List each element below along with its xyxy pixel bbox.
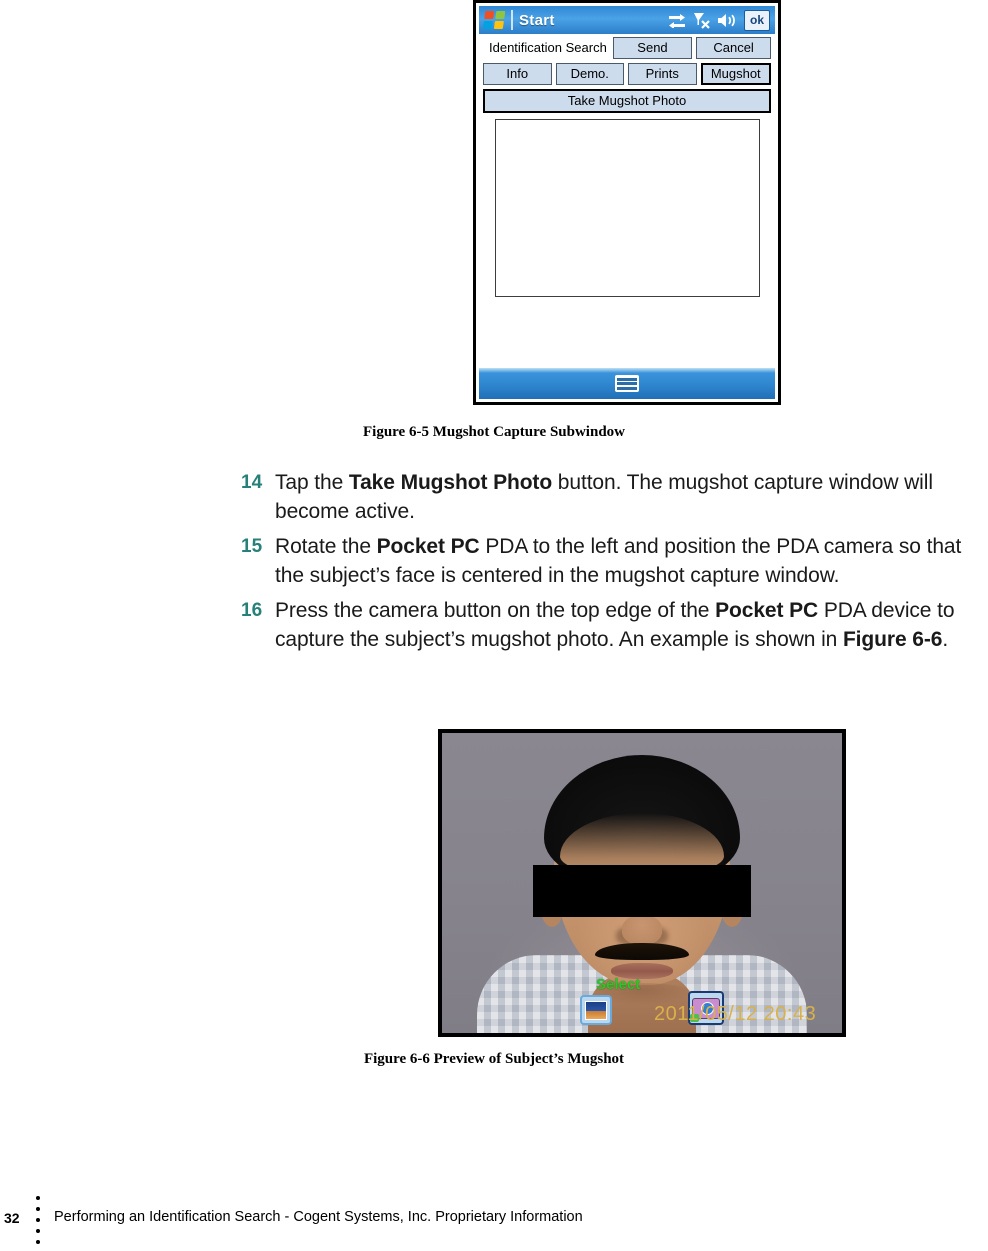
- list-item: 15 Rotate the Pocket PC PDA to the left …: [241, 532, 988, 590]
- pda-screenshot-figure: Start ok Identification Search Send Canc…: [473, 0, 781, 405]
- step-text-part: Tap the: [275, 471, 349, 494]
- picture-icon-glyph: [585, 1000, 607, 1020]
- step-number: 14: [241, 472, 263, 493]
- tab-demo[interactable]: Demo.: [555, 63, 624, 85]
- step-number: 15: [241, 536, 263, 557]
- start-button-label[interactable]: Start: [519, 12, 555, 29]
- pda-taskbar: [479, 368, 775, 399]
- list-item: 16 Press the camera button on the top ed…: [241, 596, 988, 654]
- subject-nose: [622, 915, 662, 945]
- subject-mustache: [595, 943, 689, 960]
- tab-info[interactable]: Info: [483, 63, 552, 85]
- pda-title-bar: Start ok: [479, 6, 775, 34]
- footer-text: Performing an Identification Search - Co…: [54, 1209, 583, 1225]
- tab-mugshot[interactable]: Mugshot: [700, 63, 771, 85]
- ok-button[interactable]: ok: [743, 9, 770, 31]
- pda-device-frame: Start ok Identification Search Send Canc…: [473, 0, 781, 405]
- take-mugshot-photo-button[interactable]: Take Mugshot Photo: [483, 89, 771, 113]
- tab-prints[interactable]: Prints: [628, 63, 697, 85]
- mugshot-preview-figure: Select 2011/05/12 20:43: [438, 729, 846, 1037]
- timestamp-overlay: 2011/05/12 20:43: [654, 1003, 817, 1025]
- step-text-emphasis: Pocket PC: [376, 535, 480, 558]
- command-bar-row: Identification Search Send Cancel: [483, 37, 771, 59]
- send-button[interactable]: Send: [612, 37, 693, 59]
- pda-screen-body: Identification Search Send Cancel Info D…: [479, 34, 775, 368]
- eyes-censor-bar: [533, 865, 751, 917]
- step-text-emphasis: Pocket PC: [715, 599, 819, 622]
- tab-bar: Info Demo. Prints Mugshot: [483, 63, 771, 85]
- step-text-part: Press the camera button on the top edge …: [275, 599, 716, 622]
- windows-logo-icon: [482, 10, 507, 30]
- picture-icon[interactable]: [580, 995, 612, 1025]
- step-text-emphasis: Take Mugshot Photo: [348, 471, 553, 494]
- list-item: 14 Tap the Take Mugshot Photo button. Th…: [241, 468, 988, 526]
- step-text-part: Rotate the: [275, 535, 377, 558]
- connectivity-icon[interactable]: [668, 12, 686, 28]
- signal-off-icon[interactable]: [693, 12, 710, 29]
- cancel-button[interactable]: Cancel: [696, 37, 771, 59]
- footer-dot-decoration: [36, 1196, 40, 1244]
- figure-6-6-caption: Figure 6-6 Preview of Subject’s Mugshot: [363, 1051, 625, 1067]
- figure-6-5-caption: Figure 6-5 Mugshot Capture Subwindow: [363, 424, 625, 440]
- step-text-emphasis: Figure 6-6: [842, 628, 943, 651]
- screen-title: Identification Search: [489, 40, 607, 55]
- title-divider: [511, 10, 513, 30]
- mugshot-capture-window[interactable]: [494, 119, 760, 297]
- keyboard-icon[interactable]: [615, 375, 639, 392]
- step-text-part: .: [942, 628, 949, 651]
- step-text: Rotate the Pocket PC PDA to the left and…: [275, 532, 988, 590]
- page-number: 32: [4, 1210, 20, 1226]
- step-text: Press the camera button on the top edge …: [275, 596, 988, 654]
- speaker-icon[interactable]: [717, 13, 736, 28]
- system-tray: ok: [668, 9, 770, 31]
- step-number: 16: [241, 600, 263, 621]
- select-overlay-label[interactable]: Select: [596, 976, 640, 993]
- numbered-steps-list: 14 Tap the Take Mugshot Photo button. Th…: [241, 468, 988, 660]
- step-text: Tap the Take Mugshot Photo button. The m…: [275, 468, 988, 526]
